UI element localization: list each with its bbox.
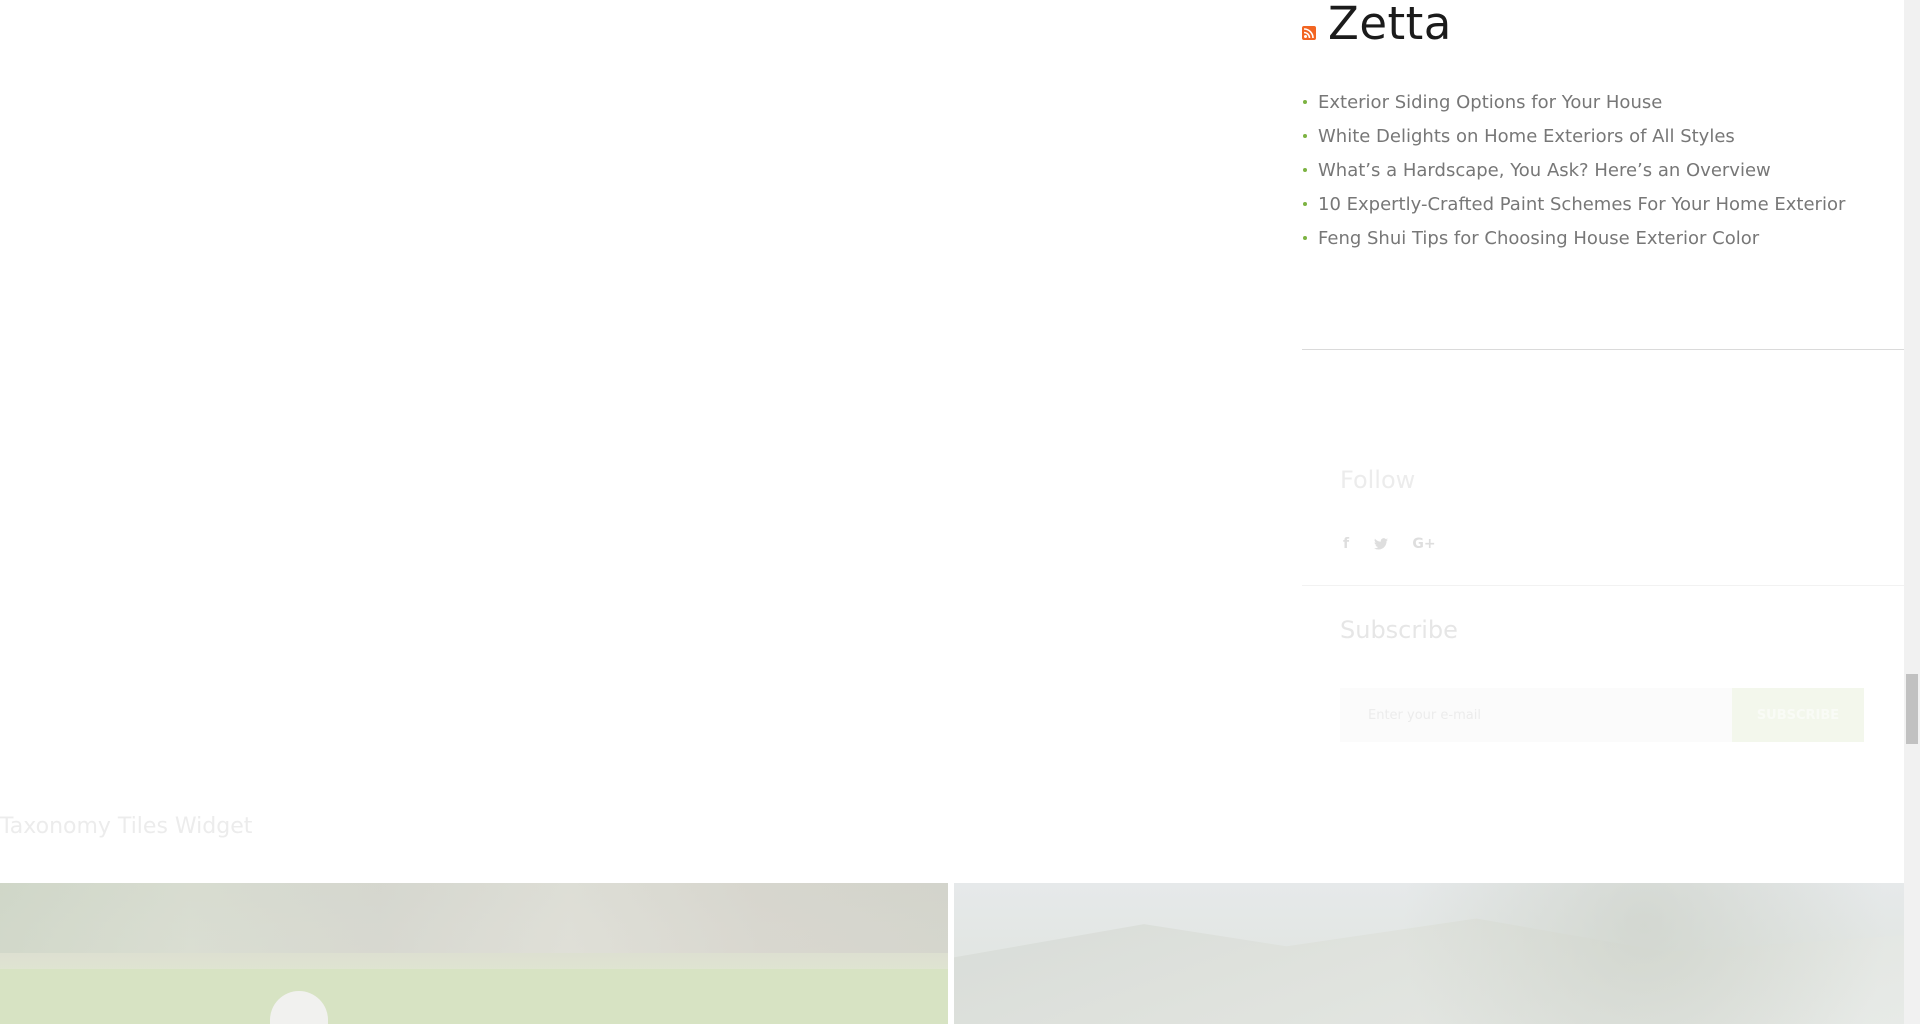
list-item: What’s a Hardscape, You Ask? Here’s an O… xyxy=(1302,153,1845,187)
divider xyxy=(1302,585,1904,586)
rss-item-link[interactable]: What’s a Hardscape, You Ask? Here’s an O… xyxy=(1318,160,1771,181)
bullet-icon xyxy=(1303,134,1307,138)
bullet-icon xyxy=(1303,168,1307,172)
scrollbar-thumb[interactable] xyxy=(1906,674,1918,744)
rss-widget-title: Zetta xyxy=(1302,0,1904,48)
rss-item-link[interactable]: Feng Shui Tips for Choosing House Exteri… xyxy=(1318,228,1759,249)
tile-image-lawn xyxy=(0,969,948,1024)
subscribe-title: Subscribe xyxy=(1340,616,1458,644)
subscribe-button[interactable]: SUBSCRIBE xyxy=(1732,688,1864,742)
twitter-icon[interactable] xyxy=(1373,535,1389,553)
google-plus-icon[interactable]: G+ xyxy=(1412,535,1436,553)
rss-item-link[interactable]: Exterior Siding Options for Your House xyxy=(1318,92,1662,113)
tile-image-trees xyxy=(0,883,948,953)
rss-list: Exterior Siding Options for Your House W… xyxy=(1302,85,1845,255)
tile-image-branches xyxy=(1254,883,1904,1024)
bullet-icon xyxy=(1303,100,1307,104)
list-item: White Delights on Home Exteriors of All … xyxy=(1302,119,1845,153)
follow-title: Follow xyxy=(1340,466,1416,494)
bullet-icon xyxy=(1303,202,1307,206)
taxonomy-tile[interactable] xyxy=(0,883,948,1024)
list-item: Exterior Siding Options for Your House xyxy=(1302,85,1845,119)
rss-widget: Zetta Exterior Siding Options for Your H… xyxy=(1302,0,1904,249)
facebook-icon[interactable]: f xyxy=(1341,535,1351,553)
scrollbar[interactable] xyxy=(1904,0,1920,1024)
rss-item-link[interactable]: White Delights on Home Exteriors of All … xyxy=(1318,126,1735,147)
taxonomy-tile[interactable] xyxy=(954,883,1904,1024)
divider xyxy=(1302,349,1904,350)
rss-title-link[interactable]: Zetta xyxy=(1328,0,1452,48)
bullet-icon xyxy=(1303,236,1307,240)
taxonomy-title: Taxonomy Tiles Widget xyxy=(0,814,253,839)
list-item: 10 Expertly-Crafted Paint Schemes For Yo… xyxy=(1302,187,1845,221)
email-field[interactable] xyxy=(1340,688,1732,742)
rss-item-link[interactable]: 10 Expertly-Crafted Paint Schemes For Yo… xyxy=(1318,194,1845,215)
list-item: Feng Shui Tips for Choosing House Exteri… xyxy=(1302,221,1845,255)
rss-icon[interactable] xyxy=(1302,26,1316,40)
page: Zetta Exterior Siding Options for Your H… xyxy=(0,0,1904,1024)
